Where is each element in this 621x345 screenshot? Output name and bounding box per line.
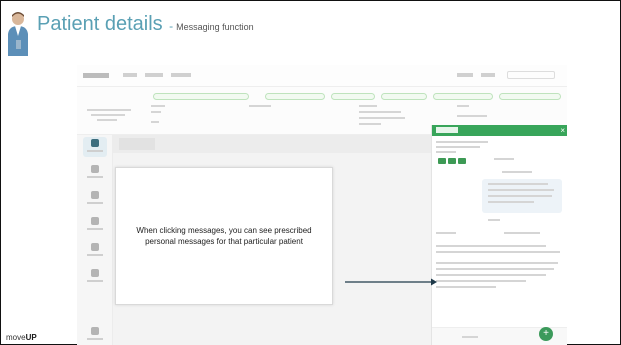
nav-item[interactable] [457,73,473,77]
sidebar-item-label [87,150,103,152]
sidebar-item-label [87,280,103,282]
sidebar-item-label [87,228,103,230]
page-subtitle: - Messaging function [169,19,254,33]
message-line [488,219,500,221]
app-topbar [77,65,567,87]
menu-icon [91,243,99,251]
sidebar-item-label [87,254,103,256]
info-pill [381,93,427,100]
brand-suffix: UP [25,333,37,342]
nav-item[interactable] [481,73,495,77]
info-line [359,105,377,107]
message-line [488,189,554,191]
info-pill [433,93,493,100]
sidebar-item-label [87,202,103,204]
info-pill [499,93,561,100]
page-title: Patient details [37,13,163,35]
messages-panel-header: × [432,125,567,136]
info-line [151,105,165,107]
presenter-avatar-icon [7,10,29,56]
brand-prefix: move [6,333,26,342]
nav-item[interactable] [145,73,163,77]
message-line [436,232,456,234]
title-separator: - [169,19,174,33]
callout-text: When clicking messages, you can see pres… [136,226,312,246]
brand-logo: moveUP [6,333,37,342]
info-pill [265,93,325,100]
info-line [457,105,469,107]
info-line [87,109,131,111]
sidebar-item[interactable] [83,241,107,261]
sidebar-item[interactable] [83,267,107,287]
message-line [436,280,526,282]
info-line [151,121,159,123]
info-line [359,117,405,119]
menu-icon [91,217,99,225]
message-line [502,171,532,173]
message-line [436,268,554,270]
sidebar-item[interactable] [83,189,107,209]
info-line [151,111,161,113]
app-logo [83,73,109,78]
info-line [359,123,381,125]
sidebar-item[interactable] [83,163,107,183]
close-icon[interactable]: × [560,126,565,135]
menu-icon [91,269,99,277]
sidebar-item-messages[interactable] [83,137,107,157]
messages-panel: × [431,125,567,345]
nav-item[interactable] [171,73,191,77]
slide-title: Patient details - Messaging function [37,13,254,36]
message-line [436,245,546,247]
info-line [457,115,487,117]
info-pill [331,93,375,100]
message-line [488,183,548,185]
messages-icon [91,139,99,147]
plus-icon[interactable]: + [539,327,553,341]
arrow-right-icon [345,278,437,286]
info-pill [153,93,249,100]
message-line [494,158,514,160]
message-line [436,262,558,264]
slide-frame: Patient details - Messaging function × +… [0,0,621,345]
message-line [436,141,488,143]
sidebar-item-label [87,176,103,178]
message-line [488,201,534,203]
message-line [504,232,540,234]
green-button[interactable] [448,158,456,164]
message-line [436,146,480,148]
info-line [91,114,125,116]
search-input[interactable] [507,71,555,79]
menu-icon [91,327,99,335]
page-subtitle-text: Messaging function [176,22,254,32]
message-line [488,195,552,197]
message-line [436,286,496,288]
messages-panel-title [436,127,458,133]
sidebar-item[interactable] [83,325,107,345]
info-line [359,111,401,113]
message-line [436,151,456,153]
menu-icon [91,165,99,173]
callout-box: When clicking messages, you can see pres… [115,167,333,305]
info-line [249,105,271,107]
green-button[interactable] [458,158,466,164]
sidebar-item[interactable] [83,215,107,235]
message-line [436,251,560,253]
sidebar-item-label [87,338,103,340]
main-header-chunk [119,138,155,150]
nav-item[interactable] [123,73,137,77]
menu-icon [91,191,99,199]
info-line [97,119,117,121]
message-line [436,274,546,276]
main-header-strip [113,135,431,153]
message-line [462,336,478,338]
green-button[interactable] [438,158,446,164]
app-sidebar [77,135,113,345]
